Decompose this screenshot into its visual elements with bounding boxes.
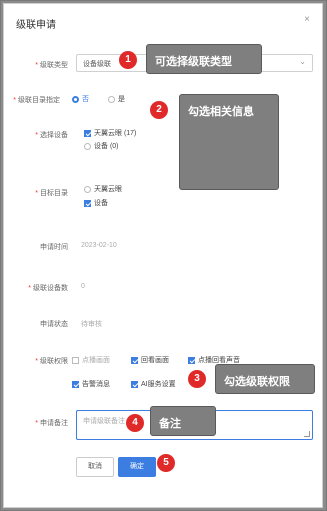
annotation-badge-2: 2 [150, 101, 168, 119]
annotation-badge-4: 4 [126, 414, 144, 432]
annotation-tip-3: 勾选级联权限 [215, 364, 315, 394]
annotation-tip-2: 勾选相关信息 [179, 94, 279, 190]
resize-handle-icon[interactable] [304, 431, 310, 437]
permission-alarm[interactable]: 告警消息 [72, 379, 110, 389]
remark-placeholder: 申请级联备注 [83, 418, 125, 425]
device-count-value: 0 [81, 283, 85, 290]
directory-spec-yes-radio[interactable]: 是 [108, 94, 125, 104]
radio-icon [84, 142, 91, 150]
annotation-tip-1: 可选择级联类型 [146, 44, 262, 74]
permissions-label: * 级联权限 [35, 358, 68, 365]
target-directory-label: * 目标目录 [35, 190, 68, 197]
cascade-type-label: * 级联类型 [35, 62, 68, 69]
radio-icon [84, 185, 91, 193]
cancel-button[interactable]: 取消 [76, 457, 114, 477]
annotation-badge-5: 5 [157, 454, 175, 472]
close-icon[interactable]: × [304, 14, 310, 25]
cascade-type-value: 设备级联 [83, 61, 111, 68]
chevron-down-icon: ⌄ [299, 57, 306, 66]
confirm-button[interactable]: 确定 [118, 457, 156, 477]
annotation-tip-4: 备注 [150, 406, 216, 436]
radio-icon [72, 95, 79, 103]
permission-live-view[interactable]: 点播画面 [72, 355, 110, 365]
checkbox-icon [72, 356, 79, 364]
annotation-badge-1: 1 [119, 51, 137, 69]
permission-playback[interactable]: 回看画面 [131, 355, 169, 365]
checkbox-icon [131, 380, 138, 388]
directory-spec-no-radio[interactable]: 否 [72, 94, 89, 104]
radio-icon [108, 95, 115, 103]
remark-label: * 申请备注 [35, 420, 68, 427]
checkbox-icon [188, 356, 195, 364]
permission-ai[interactable]: AI服务设置 [131, 379, 176, 389]
annotation-badge-3: 3 [188, 370, 206, 388]
device-option-tianyi[interactable]: 天翼云眼 (17) [84, 128, 136, 138]
apply-status-label: 申请状态 [40, 321, 68, 328]
target-option-tianyi[interactable]: 天翼云眼 [84, 184, 122, 194]
target-option-device[interactable]: 设备 [84, 198, 108, 208]
directory-spec-label: * 级联目录指定 [13, 97, 60, 104]
dialog-title: 级联申请 [16, 20, 56, 31]
device-count-label: * 级联设备数 [28, 285, 68, 292]
checkbox-icon [131, 356, 138, 364]
apply-time-label: 申请时间 [40, 244, 68, 251]
checkbox-icon [84, 129, 91, 137]
apply-time-value: 2023-02-10 [81, 242, 117, 249]
checkbox-icon [84, 199, 91, 207]
checkbox-icon [72, 380, 79, 388]
select-device-label: * 选择设备 [35, 132, 68, 139]
device-option-device[interactable]: 设备 (0) [84, 141, 119, 151]
apply-status-value: 待审核 [81, 321, 102, 328]
